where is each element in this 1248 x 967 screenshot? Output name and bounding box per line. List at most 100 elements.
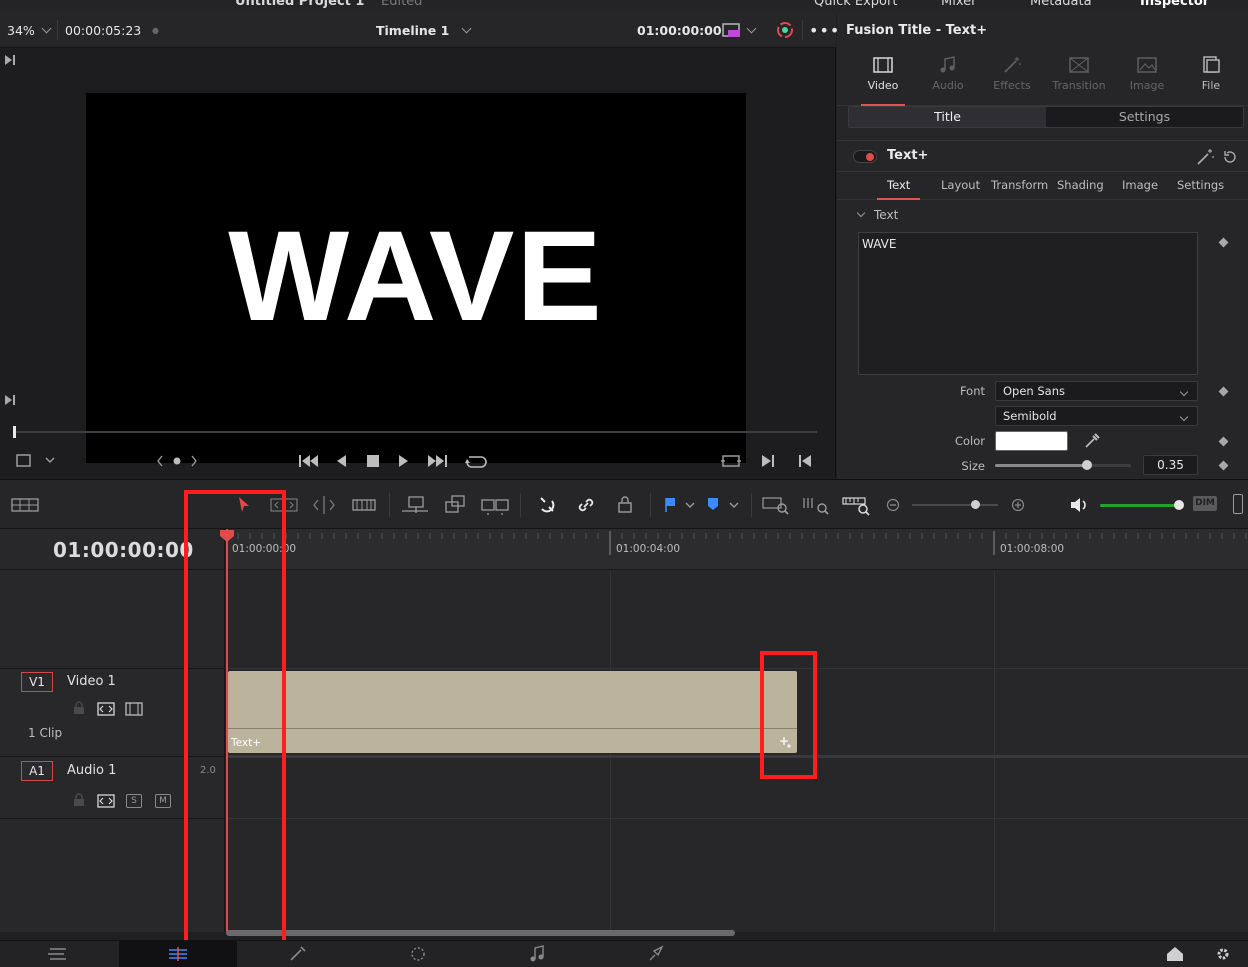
scrubber-track[interactable] <box>14 431 817 433</box>
last-frame-icon[interactable] <box>426 453 448 469</box>
play-icon[interactable] <box>396 453 410 469</box>
zoom-out-icon[interactable] <box>886 494 900 516</box>
color-swatch[interactable] <box>995 431 1068 451</box>
insert-clip-icon[interactable] <box>401 494 429 516</box>
horizontal-scrollbar[interactable] <box>226 930 735 936</box>
volume-slider-handle[interactable] <box>1174 500 1184 510</box>
scrubber-handle[interactable] <box>13 426 16 438</box>
edit-page-icon[interactable] <box>166 945 188 963</box>
proxy-icon[interactable] <box>722 12 757 48</box>
viewer-canvas[interactable]: WAVE <box>86 93 746 463</box>
text-input[interactable]: WAVE <box>858 232 1198 375</box>
auto-track-icon[interactable] <box>97 702 115 716</box>
film-icon[interactable] <box>125 702 143 716</box>
eyedropper-icon[interactable] <box>1084 433 1100 449</box>
zoom-custom-icon[interactable] <box>842 494 872 516</box>
track-badge-a1[interactable]: A1 <box>21 761 53 781</box>
text-plus-clip[interactable]: Text+ <box>228 671 797 753</box>
subtab-text[interactable]: Text <box>876 172 921 200</box>
zoom-in-icon[interactable] <box>1011 494 1025 516</box>
tab-file[interactable]: File <box>1179 48 1243 106</box>
subtab-shading[interactable]: Shading <box>1057 172 1104 200</box>
track-badge-v1[interactable]: V1 <box>21 672 53 692</box>
lock-icon[interactable] <box>72 793 86 807</box>
timeline-ruler[interactable]: 01:00:00:00 01:00:04:00 01:00:08:00 <box>226 529 1248 570</box>
viewer-mode-icon[interactable] <box>16 453 56 469</box>
chevron-down-icon[interactable] <box>856 208 866 218</box>
overwrite-clip-icon[interactable] <box>443 494 467 516</box>
loop-icon[interactable] <box>464 452 488 470</box>
play-reverse-icon[interactable] <box>334 453 348 469</box>
tab-image[interactable]: Image <box>1115 48 1179 106</box>
auto-track-icon[interactable] <box>97 794 115 808</box>
subtab-settings[interactable]: Settings <box>1177 172 1224 200</box>
segment-settings[interactable]: Settings <box>1046 107 1243 127</box>
flag-icon[interactable] <box>661 494 697 516</box>
audio-meter-toggle[interactable] <box>1233 494 1243 514</box>
keyframe-icon[interactable] <box>1218 237 1229 248</box>
jog-control-icon[interactable] <box>156 454 198 468</box>
zoom-slider-handle[interactable] <box>971 500 980 509</box>
tab-audio[interactable]: Audio <box>916 48 980 106</box>
marker-icon[interactable] <box>705 494 741 516</box>
previous-edit-icon[interactable] <box>797 453 813 469</box>
keyframe-icon[interactable] <box>1218 460 1229 471</box>
fairlight-page-icon[interactable] <box>527 945 549 963</box>
zoom-slider[interactable] <box>912 504 998 506</box>
font-dropdown[interactable]: Open Sans <box>995 381 1198 401</box>
more-options-icon[interactable]: ••• <box>809 12 840 48</box>
linked-selection-icon[interactable] <box>576 494 596 516</box>
subtab-transform[interactable]: Transform <box>991 172 1048 200</box>
tab-effects[interactable]: Effects <box>980 48 1044 106</box>
color-wheel-icon[interactable] <box>776 12 794 48</box>
keyframe-icon[interactable] <box>1218 436 1229 447</box>
fusion-page-icon[interactable] <box>287 945 309 963</box>
node-toggle[interactable] <box>853 150 877 163</box>
size-slider[interactable] <box>995 460 1131 470</box>
snapping-icon[interactable] <box>537 494 557 516</box>
media-page-icon[interactable] <box>46 945 68 963</box>
next-edit-icon[interactable] <box>760 453 776 469</box>
subtab-image[interactable]: Image <box>1122 172 1158 200</box>
keyframe-icon[interactable] <box>1218 386 1229 397</box>
segment-title[interactable]: Title <box>849 107 1046 127</box>
font-style-dropdown[interactable]: Semibold <box>995 406 1198 426</box>
inspector-button[interactable]: Inspector <box>1140 0 1209 9</box>
tab-transition[interactable]: Transition <box>1047 48 1111 106</box>
tab-video[interactable]: Video <box>851 48 915 106</box>
deliver-page-icon[interactable] <box>646 945 668 963</box>
reset-icon[interactable] <box>1222 149 1238 165</box>
size-slider-handle[interactable] <box>1082 460 1093 470</box>
position-lock-icon[interactable] <box>615 494 635 516</box>
match-frame-icon[interactable] <box>720 452 742 470</box>
dim-button[interactable]: DIM <box>1193 496 1217 511</box>
track-name-audio-1[interactable]: Audio 1 <box>67 763 116 778</box>
zoom-dropdown[interactable]: 34% <box>7 12 52 48</box>
first-frame-icon[interactable] <box>298 453 320 469</box>
timeline-area[interactable]: 01:00:00:00 01:00:04:00 01:00:08:00 Text… <box>220 529 1248 936</box>
speaker-icon[interactable] <box>1068 494 1090 516</box>
quick-export-button[interactable]: Quick Export <box>814 0 897 9</box>
color-page-icon[interactable] <box>407 945 429 963</box>
blade-tool-icon[interactable] <box>352 494 376 516</box>
lock-icon[interactable] <box>72 701 86 715</box>
solo-button[interactable]: S <box>126 794 142 808</box>
mute-button[interactable]: M <box>155 794 171 808</box>
home-icon[interactable] <box>1164 945 1186 963</box>
volume-slider[interactable] <box>1100 504 1180 507</box>
go-to-end-icon[interactable] <box>4 394 16 406</box>
subtab-layout[interactable]: Layout <box>941 172 980 200</box>
mixer-button[interactable]: Mixer <box>941 0 976 9</box>
magic-wand-icon[interactable] <box>1195 148 1215 166</box>
timeline-dropdown[interactable]: Timeline 1 <box>376 12 472 48</box>
zoom-full-icon[interactable] <box>762 494 790 516</box>
timeline-view-options-icon[interactable] <box>11 494 39 516</box>
size-input[interactable]: 0.35 <box>1143 455 1198 475</box>
stop-icon[interactable] <box>365 453 381 469</box>
track-name-video-1[interactable]: Video 1 <box>67 674 116 689</box>
dynamic-trim-icon[interactable] <box>311 494 337 516</box>
zoom-detail-icon[interactable] <box>802 494 830 516</box>
metadata-button[interactable]: Metadata <box>1030 0 1092 9</box>
gear-icon[interactable] <box>1212 945 1234 963</box>
replace-clip-icon[interactable] <box>480 494 510 516</box>
